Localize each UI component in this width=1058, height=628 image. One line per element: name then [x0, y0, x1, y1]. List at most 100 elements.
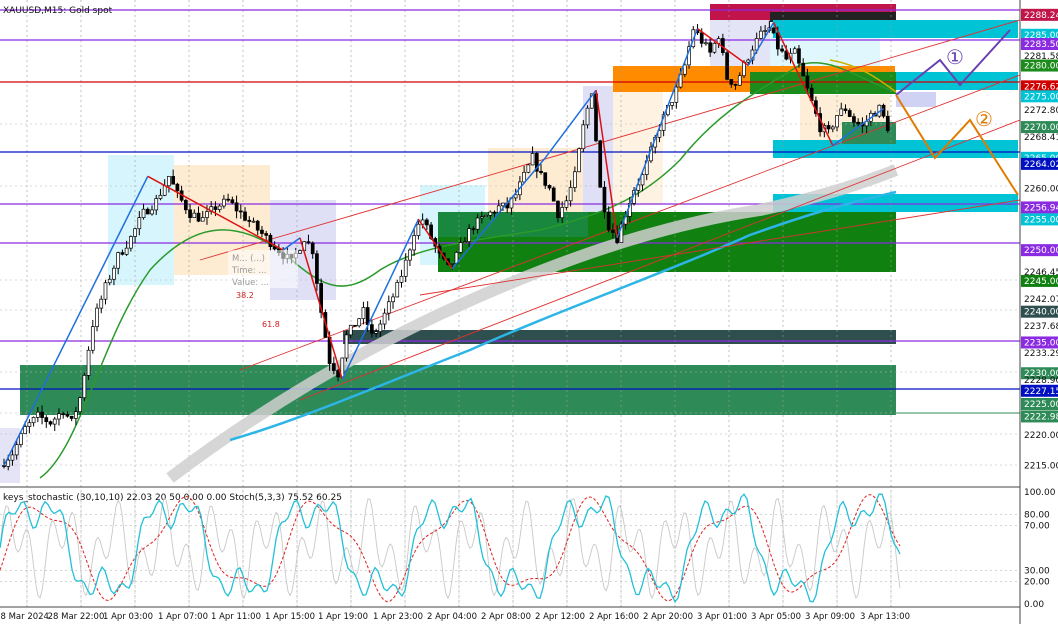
candle-body: [522, 171, 526, 183]
candle-body: [95, 307, 99, 327]
candle-body: [370, 324, 374, 334]
candle-body: [839, 108, 844, 116]
candle-body: [120, 252, 125, 255]
candle-body: [57, 413, 61, 420]
candle-body: [399, 275, 404, 283]
candle-body: [331, 363, 336, 371]
candle-body: [775, 32, 780, 50]
candle-body: [272, 246, 277, 250]
osc-tick-label: 20.00: [1024, 578, 1050, 588]
time-tick-label: 28 Mar 2024: [0, 612, 49, 622]
time-tick-label: 1 Apr 23:00: [373, 612, 423, 622]
candle-body: [611, 229, 615, 234]
candle-body: [746, 59, 751, 63]
price-tick-label: 2222.98: [1024, 412, 1058, 422]
candle-body: [141, 208, 146, 218]
candle-body: [488, 211, 493, 216]
candle-body: [154, 198, 159, 211]
zone-darkslate: [343, 330, 896, 344]
candle-body: [577, 148, 581, 173]
candle-body: [10, 454, 15, 461]
candle-body: [501, 202, 505, 207]
candle-body: [602, 186, 607, 213]
price-tick-label: 2270.00: [1024, 123, 1058, 133]
price-tick-label: 2288.24: [1024, 11, 1058, 21]
price-tick-label: 2260.00: [1024, 185, 1058, 195]
osc-tick-label: 70.00: [1024, 522, 1050, 532]
candle-body: [395, 282, 400, 298]
candle-body: [475, 217, 480, 230]
candle-body: [471, 228, 476, 230]
price-tick-label: 2220.00: [1024, 431, 1058, 441]
tooltip-line-2: Time: ...: [231, 266, 266, 276]
candle-body: [450, 263, 455, 265]
time-tick-label: 1 Apr 03:00: [103, 612, 153, 622]
time-tick-label: 2 Apr 12:00: [535, 612, 585, 622]
candle-body: [568, 187, 573, 202]
candle-body: [708, 42, 713, 53]
candle-body: [107, 278, 112, 284]
candle-body: [539, 170, 543, 174]
candle-body: [843, 108, 848, 111]
candle-body: [881, 104, 886, 117]
candle-body: [298, 250, 302, 254]
candle-body: [175, 183, 180, 192]
candle-body: [222, 198, 226, 207]
candle-body: [458, 242, 463, 253]
fib-label-61: 61.8: [262, 320, 280, 329]
price-tick-label: 2215.00: [1024, 462, 1058, 472]
time-tick-label: 2 Apr 20:00: [643, 612, 693, 622]
candle-body: [674, 86, 679, 103]
candle-body: [336, 370, 340, 378]
candle-body: [52, 418, 57, 425]
candle-body: [65, 414, 70, 417]
candle-body: [606, 211, 611, 231]
candle-body: [885, 115, 890, 131]
candle-body: [162, 185, 167, 196]
candle-body: [463, 241, 467, 244]
candle-body: [348, 324, 353, 336]
candle-body: [217, 205, 222, 210]
candle-body: [467, 228, 471, 242]
candle-body: [116, 252, 121, 269]
candle-body: [704, 42, 708, 45]
candle-body: [200, 217, 205, 222]
candle-body: [74, 411, 78, 419]
tooltip-line-1: M... (...): [232, 254, 265, 264]
price-tick-label: 2227.15: [1024, 387, 1058, 397]
candle-body: [353, 324, 357, 327]
candle-body: [551, 187, 556, 202]
candle-body: [23, 426, 27, 435]
candle-body: [183, 199, 188, 211]
candle-body: [48, 421, 53, 425]
forecast-paths: ① ②: [895, 29, 1019, 196]
candle-body: [255, 220, 260, 231]
candle-body: [86, 349, 91, 376]
osc-tick-label: 30.00: [1024, 566, 1050, 576]
candle-body: [82, 375, 87, 399]
candle-body: [805, 75, 810, 89]
osc-tick-label: 0.00: [1024, 600, 1044, 610]
chart-svg[interactable]: ① ② 38.2 61.8 M... (...) Time: ... Value…: [0, 0, 1058, 624]
candle-body: [247, 219, 252, 222]
time-tick-label: 28 Mar 22:00: [48, 612, 105, 622]
time-tick-label: 3 Apr 09:00: [805, 612, 855, 622]
time-tick-label: 1 Apr 11:00: [211, 612, 261, 622]
candle-body: [733, 83, 738, 86]
price-tick-label: 2256.94: [1024, 203, 1058, 213]
candle-body: [188, 209, 192, 218]
candle-body: [251, 220, 256, 223]
candle-body: [830, 126, 835, 130]
osc-tick-label: 100.00: [1024, 488, 1056, 498]
chart-symbol-title: XAUUSD,M15: Gold spot: [3, 6, 113, 16]
candle-body: [530, 153, 535, 166]
candle-body: [226, 198, 230, 201]
price-axis: 2288.242285.002283.502281.582280.002276.…: [1021, 8, 1058, 472]
candle-body: [670, 102, 674, 106]
candle-body: [725, 52, 729, 80]
price-tick-label: 2235.00: [1024, 338, 1058, 348]
candle-body: [27, 422, 32, 427]
candle-body: [2, 465, 6, 467]
time-tick-label: 1 Apr 07:00: [158, 612, 208, 622]
tooltip-line-3: Value: ...: [232, 278, 269, 288]
